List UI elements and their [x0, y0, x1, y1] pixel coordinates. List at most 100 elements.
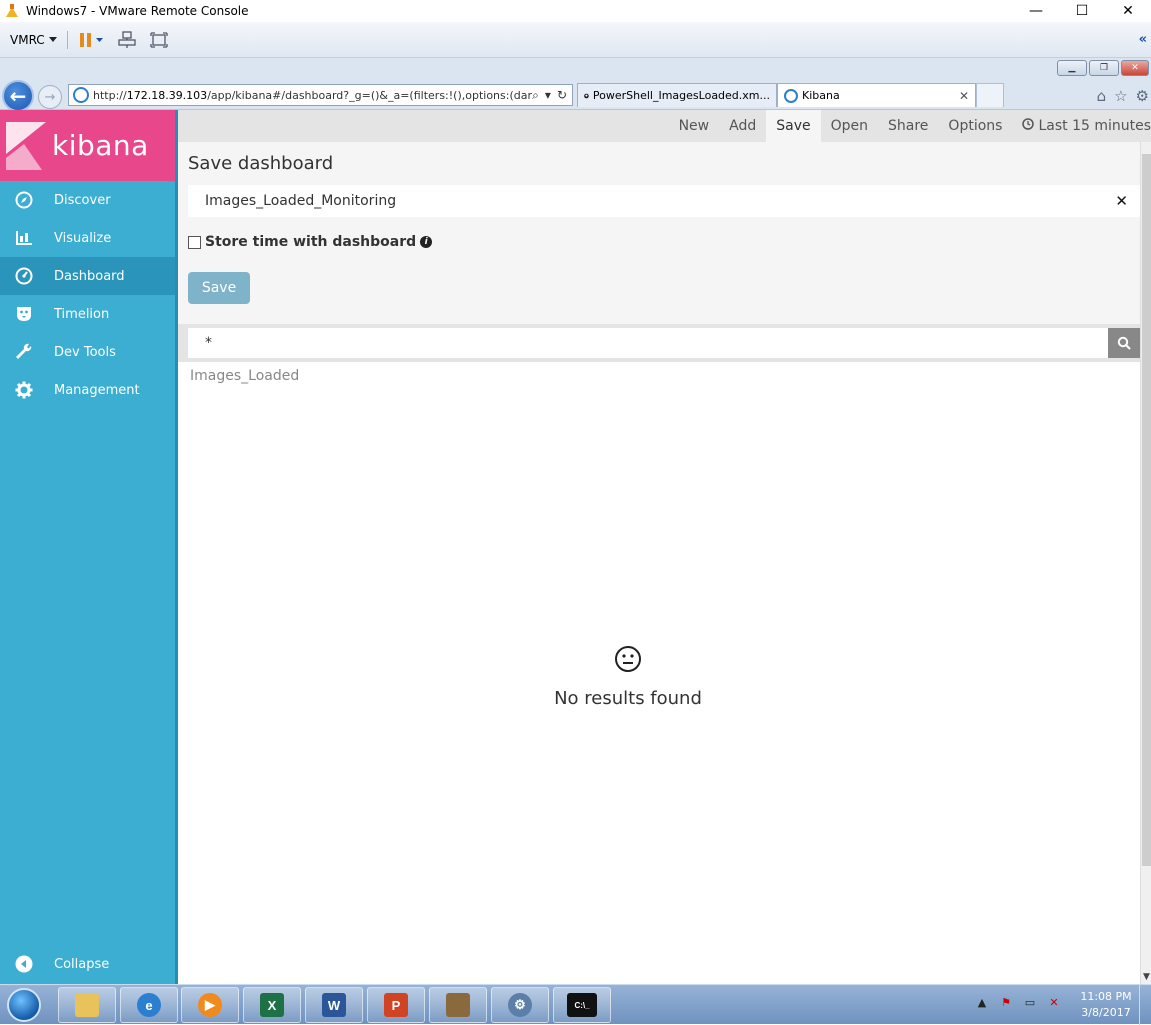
volume-muted-icon[interactable]: ✕	[1047, 995, 1061, 1009]
maximize-button[interactable]: ☐	[1059, 0, 1105, 22]
show-hidden-icons-icon[interactable]: ▲	[975, 995, 989, 1009]
sidebar-item-label: Dashboard	[54, 268, 125, 284]
panel-title: Images_Loaded	[190, 368, 300, 384]
scroll-down-arrow-icon[interactable]: ▼	[1141, 972, 1151, 982]
media-player-icon: ▶	[198, 993, 222, 1017]
add-button[interactable]: Add	[719, 110, 766, 142]
search-button[interactable]	[1108, 328, 1140, 358]
taskbar-cmd[interactable]: C:\_	[553, 987, 611, 1023]
taskbar-archive[interactable]	[429, 987, 487, 1023]
ie-close-button[interactable]: ✕	[1121, 60, 1149, 76]
address-url: http://172.18.39.103/app/kibana#/dashboa…	[93, 88, 533, 102]
sidebar-item-dashboard[interactable]: Dashboard	[0, 257, 175, 295]
system-tray: ▲ ⚑ ▭ ✕	[975, 995, 1061, 1009]
search-icon[interactable]: ⌕	[532, 88, 539, 103]
taskbar-settings[interactable]: ⚙	[491, 987, 549, 1023]
pause-button[interactable]	[78, 32, 104, 48]
search-input[interactable]: *	[188, 328, 1108, 358]
save-menu-button[interactable]: Save	[766, 110, 821, 142]
kibana-logo[interactable]: kibana	[0, 110, 175, 181]
sidebar-collapse-button[interactable]: Collapse	[0, 945, 175, 983]
sidebar-item-label: Visualize	[54, 230, 112, 246]
sidebar-item-dev-tools[interactable]: Dev Tools	[0, 333, 175, 371]
network-status-icon[interactable]: ▭	[1023, 995, 1037, 1009]
collapse-panel-button[interactable]: «	[1139, 32, 1147, 47]
vmrc-menu-label: VMRC	[10, 32, 45, 47]
word-icon: W	[322, 993, 346, 1017]
time-picker[interactable]: Last 15 minutes	[1012, 110, 1151, 142]
time-range-label: Last 15 minutes	[1038, 118, 1151, 134]
tools-gear-icon[interactable]: ⚙	[1136, 87, 1149, 105]
vmrc-menu[interactable]: VMRC	[10, 33, 57, 47]
send-ctrl-alt-del-button[interactable]	[118, 30, 136, 49]
sidebar-item-timelion[interactable]: Timelion	[0, 295, 175, 333]
kibana-app: kibana Discover Visualize Dashboard Time…	[0, 110, 1151, 984]
taskbar-media-player[interactable]: ▶	[181, 987, 239, 1023]
new-button[interactable]: New	[669, 110, 720, 142]
powerpoint-icon: P	[384, 993, 408, 1017]
start-button[interactable]	[2, 986, 46, 1024]
dashboard-top-nav: New Add Save Open Share Options Last 15 …	[178, 110, 1151, 142]
ie-page-icon	[73, 87, 89, 103]
chevron-down-icon	[48, 36, 57, 42]
excel-icon: X	[260, 993, 284, 1017]
search-icon	[1117, 336, 1131, 350]
tab-kibana[interactable]: Kibana ✕	[777, 83, 976, 107]
open-button[interactable]: Open	[821, 110, 878, 142]
tab-powershell[interactable]: PowerShell_ImagesLoaded.xm...	[577, 83, 777, 107]
taskbar-internet-explorer[interactable]: e	[120, 987, 178, 1023]
fullscreen-button[interactable]	[150, 31, 168, 48]
sidebar-item-visualize[interactable]: Visualize	[0, 219, 175, 257]
vmware-app-icon	[6, 4, 18, 17]
arrow-right-icon: →	[44, 89, 56, 105]
taskbar-word[interactable]: W	[305, 987, 363, 1023]
action-center-icon[interactable]: ⚑	[999, 995, 1013, 1009]
sidebar-item-discover[interactable]: Discover	[0, 181, 175, 219]
share-button[interactable]: Share	[878, 110, 938, 142]
close-button[interactable]: ✕	[1105, 0, 1151, 22]
wrench-icon	[14, 342, 34, 362]
scrollbar-thumb[interactable]	[1142, 154, 1151, 866]
info-icon[interactable]: i	[420, 236, 433, 248]
compass-icon	[14, 190, 34, 210]
back-button[interactable]: ←	[2, 80, 34, 112]
vertical-scrollbar[interactable]: ▼	[1140, 142, 1151, 984]
taskbar-powerpoint[interactable]: P	[367, 987, 425, 1023]
collapse-arrow-icon	[14, 954, 34, 974]
store-time-checkbox[interactable]	[188, 235, 201, 249]
home-icon[interactable]: ⌂	[1097, 87, 1107, 105]
ie-restore-button[interactable]: ❐	[1089, 60, 1119, 76]
clock-date: 3/8/2017	[1081, 1006, 1131, 1019]
minimize-button[interactable]: —	[1013, 0, 1059, 22]
dropdown-arrow-icon[interactable]: ▾	[545, 88, 551, 103]
new-tab-button[interactable]	[976, 83, 1004, 107]
tab-close-icon[interactable]: ✕	[959, 89, 969, 103]
favorites-star-icon[interactable]: ☆	[1114, 87, 1127, 105]
kibana-sidebar: kibana Discover Visualize Dashboard Time…	[0, 110, 178, 984]
ie-minimize-button[interactable]: ▁	[1057, 60, 1087, 76]
dashboard-gauge-icon	[14, 266, 34, 286]
forward-button[interactable]: →	[38, 85, 62, 109]
taskbar-clock[interactable]: 11:08 PM 3/8/2017	[1078, 989, 1134, 1021]
address-bar[interactable]: http://172.18.39.103/app/kibana#/dashboa…	[68, 84, 573, 106]
vmrc-toolbar: VMRC «	[0, 22, 1151, 58]
store-time-option: Store time with dashboard i	[188, 234, 433, 250]
clear-input-icon[interactable]: ✕	[1115, 192, 1128, 210]
arrow-left-icon: ←	[9, 84, 27, 108]
options-button[interactable]: Options	[938, 110, 1012, 142]
sidebar-item-management[interactable]: Management	[0, 371, 175, 409]
no-results-text: No results found	[554, 688, 702, 709]
taskbar-explorer[interactable]	[58, 987, 116, 1023]
neutral-face-icon	[518, 645, 738, 680]
dashboard-title-input[interactable]: Images_Loaded_Monitoring ✕	[188, 185, 1140, 217]
save-button[interactable]: Save	[188, 272, 250, 304]
clock-icon	[1022, 118, 1035, 134]
query-bar: *	[178, 324, 1140, 362]
refresh-icon[interactable]: ↻	[557, 88, 567, 103]
show-desktop-button[interactable]	[1139, 985, 1151, 1025]
taskbar-excel[interactable]: X	[243, 987, 301, 1023]
search-query-value: *	[205, 335, 212, 351]
window-title: Windows7 - VMware Remote Console	[26, 4, 249, 18]
sidebar-item-label: Discover	[54, 192, 111, 208]
archive-icon	[446, 993, 470, 1017]
